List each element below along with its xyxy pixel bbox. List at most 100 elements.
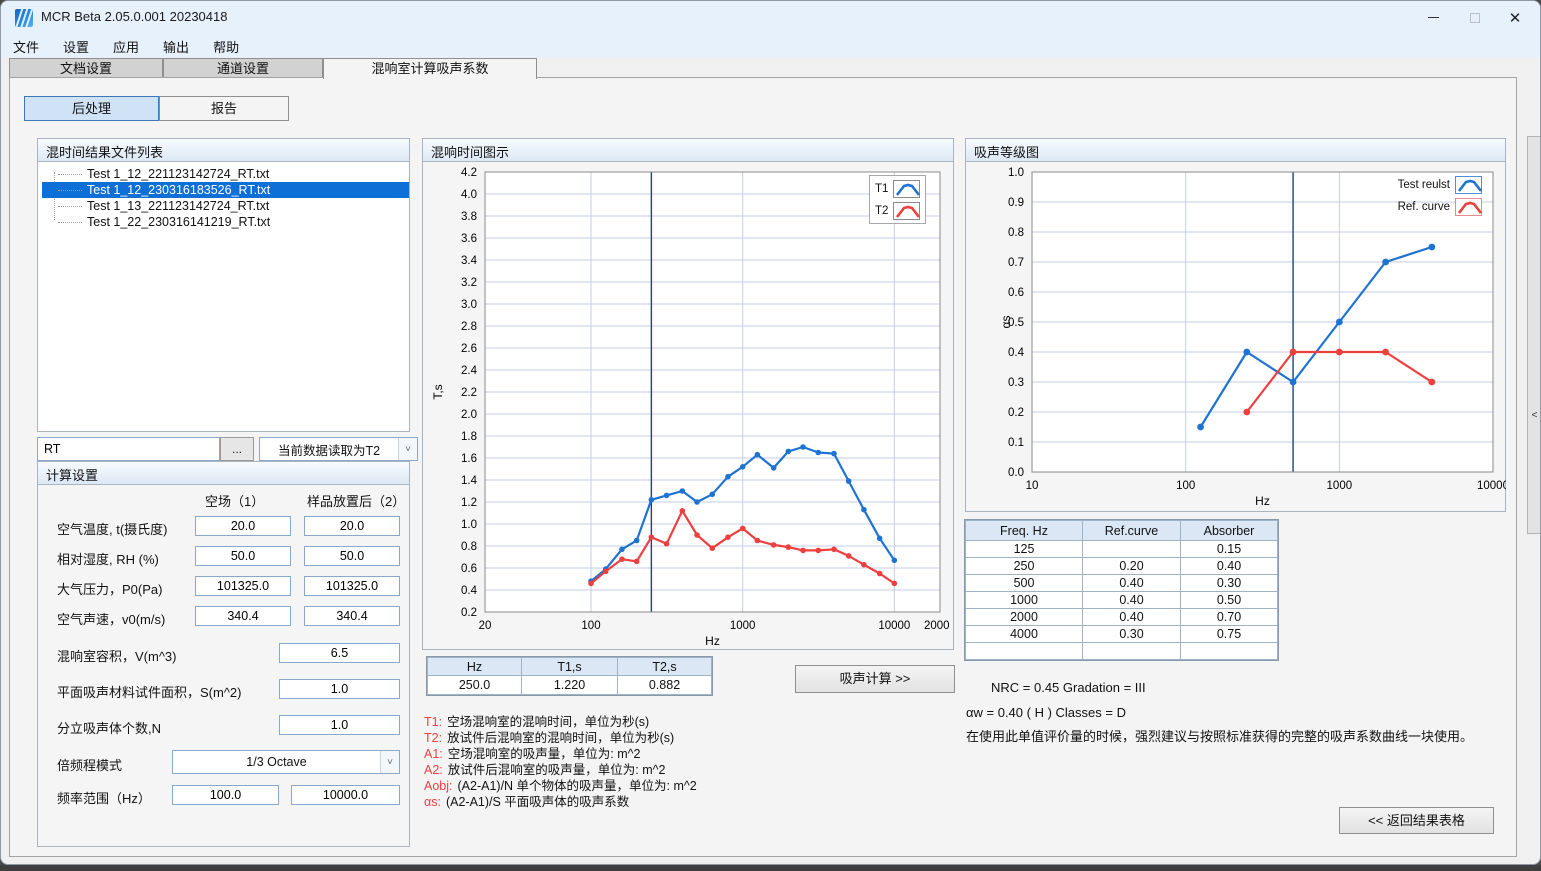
tab-document-settings[interactable]: 文档设置 bbox=[9, 58, 163, 78]
menu-bar: 文件 设置 应用 输出 帮助 bbox=[1, 34, 1540, 58]
menu-file[interactable]: 文件 bbox=[1, 34, 51, 59]
freq-max-input[interactable] bbox=[291, 785, 400, 805]
col-hz: Hz bbox=[428, 658, 522, 676]
humidity-input-2[interactable] bbox=[304, 546, 400, 566]
browse-button[interactable]: ... bbox=[220, 437, 254, 461]
air-temp-input-1[interactable] bbox=[195, 516, 291, 536]
svg-text:0.4: 0.4 bbox=[1008, 347, 1025, 359]
column-header-empty-room: 空场（1） bbox=[205, 491, 264, 510]
tab-reverb-absorption[interactable]: 混响室计算吸声系数 bbox=[323, 58, 537, 79]
list-item[interactable]: Test 1_13_221123142724_RT.txt bbox=[42, 198, 409, 214]
maximize-button[interactable] bbox=[1454, 1, 1496, 34]
freq-range-label: 频率范围（Hz） bbox=[57, 788, 151, 807]
legend-label-ref-curve: Ref. curve bbox=[1398, 201, 1450, 213]
data-read-combo[interactable]: 当前数据读取为T2 ˅ bbox=[259, 437, 418, 461]
sample-area-input[interactable] bbox=[279, 679, 400, 699]
svg-text:10: 10 bbox=[1026, 480, 1039, 492]
svg-text:Hz: Hz bbox=[1255, 494, 1270, 507]
collapsed-panel-splitter[interactable]: < bbox=[1527, 136, 1541, 534]
svg-text:100: 100 bbox=[1176, 480, 1195, 492]
svg-text:0.4: 0.4 bbox=[461, 585, 478, 597]
svg-text:4.0: 4.0 bbox=[461, 189, 477, 201]
legend-label-test-result: Test reulst bbox=[1398, 179, 1450, 191]
t2-curve-icon bbox=[893, 202, 920, 220]
table-row: 40000.300.75 bbox=[966, 626, 1278, 643]
list-item[interactable]: Test 1_12_221123142724_RT.txt bbox=[42, 166, 409, 182]
pressure-input-1[interactable] bbox=[195, 576, 291, 596]
svg-text:1000: 1000 bbox=[730, 620, 756, 632]
air-temp-input-2[interactable] bbox=[304, 516, 400, 536]
octave-mode-combo[interactable]: 1/3 Octave ˅ bbox=[172, 750, 400, 774]
svg-text:0.2: 0.2 bbox=[461, 607, 477, 619]
svg-text:2.6: 2.6 bbox=[461, 343, 477, 355]
svg-text:1.0: 1.0 bbox=[1008, 167, 1024, 179]
col-absorber: Absorber bbox=[1181, 521, 1278, 541]
svg-text:3.0: 3.0 bbox=[461, 299, 477, 311]
svg-text:T,s: T,s bbox=[431, 384, 445, 399]
svg-text:1.2: 1.2 bbox=[461, 497, 477, 509]
list-item-selected[interactable]: Test 1_12_230316183526_RT.txt bbox=[42, 182, 409, 198]
cell-t1: 1.220 bbox=[522, 676, 618, 695]
svg-text:2.8: 2.8 bbox=[461, 321, 477, 333]
rating-chart-title: 吸声等级图 bbox=[966, 139, 1505, 162]
subtab-report[interactable]: 报告 bbox=[159, 96, 289, 121]
svg-text:3.4: 3.4 bbox=[461, 255, 478, 267]
file-list-panel: 混时间结果文件列表 Test 1_12_221123142724_RT.txt … bbox=[37, 138, 410, 432]
table-row: 1250.15 bbox=[966, 541, 1278, 558]
freq-min-input[interactable] bbox=[172, 785, 279, 805]
table-row: 250.0 1.220 0.882 bbox=[428, 676, 712, 695]
table-row: 10000.400.50 bbox=[966, 592, 1278, 609]
absorber-count-input[interactable] bbox=[279, 715, 400, 735]
rt-chart-legend: T1 T2 bbox=[869, 175, 926, 224]
svg-text:10000: 10000 bbox=[1477, 480, 1506, 492]
table-row: 5000.400.30 bbox=[966, 575, 1278, 592]
rt-name-input[interactable] bbox=[37, 437, 220, 461]
sound-speed-input-1[interactable] bbox=[195, 606, 291, 626]
app-logo-icon bbox=[15, 9, 33, 27]
column-header-with-sample: 样品放置后（2） bbox=[307, 491, 405, 510]
menu-output[interactable]: 输出 bbox=[151, 34, 201, 59]
svg-text:0.6: 0.6 bbox=[1008, 287, 1024, 299]
data-read-combo-value: 当前数据读取为T2 bbox=[260, 440, 398, 459]
close-button[interactable]: ✕ bbox=[1494, 1, 1536, 34]
svg-text:0.2: 0.2 bbox=[1008, 407, 1024, 419]
svg-text:1.4: 1.4 bbox=[461, 475, 478, 487]
test-result-curve-icon bbox=[1455, 176, 1482, 194]
humidity-input-1[interactable] bbox=[195, 546, 291, 566]
sound-speed-input-2[interactable] bbox=[304, 606, 400, 626]
pressure-label: 大气压力，P0(Pa) bbox=[57, 579, 162, 598]
table-row-empty bbox=[966, 643, 1278, 660]
cell-hz: 250.0 bbox=[428, 676, 522, 695]
menu-application[interactable]: 应用 bbox=[101, 34, 151, 59]
svg-text:1000: 1000 bbox=[1327, 480, 1353, 492]
absorption-calc-button[interactable]: 吸声计算 >> bbox=[795, 665, 955, 693]
svg-text:0.0: 0.0 bbox=[1008, 467, 1024, 479]
room-volume-input[interactable] bbox=[279, 643, 400, 663]
subtab-postprocess[interactable]: 后处理 bbox=[24, 96, 159, 121]
table-row: 2500.200.40 bbox=[966, 558, 1278, 575]
tab-channel-settings[interactable]: 通道设置 bbox=[163, 58, 323, 78]
list-item[interactable]: Test 1_22_230316141219_RT.txt bbox=[42, 214, 409, 230]
chevron-left-icon: < bbox=[1532, 410, 1538, 421]
rating-chart-legend: Test reulst Ref. curve bbox=[1320, 175, 1482, 216]
legend-label-t1: T1 bbox=[875, 183, 888, 195]
title-bar: MCR Beta 2.05.0.001 20230418 ✕ bbox=[1, 1, 1540, 34]
menu-settings[interactable]: 设置 bbox=[51, 34, 101, 59]
svg-text:0.1: 0.1 bbox=[1008, 437, 1024, 449]
menu-help[interactable]: 帮助 bbox=[201, 34, 251, 59]
col-t2: T2,s bbox=[618, 658, 712, 676]
svg-text:3.6: 3.6 bbox=[461, 233, 477, 245]
back-to-results-button[interactable]: << 返回结果表格 bbox=[1339, 807, 1494, 834]
svg-text:0.6: 0.6 bbox=[461, 563, 477, 575]
minimize-button[interactable] bbox=[1412, 1, 1454, 34]
ref-curve-icon bbox=[1455, 198, 1482, 216]
svg-text:1.6: 1.6 bbox=[461, 453, 477, 465]
svg-text:2.2: 2.2 bbox=[461, 387, 477, 399]
alphaw-result-text: αw = 0.40 ( H ) Classes = D bbox=[966, 705, 1126, 720]
svg-text:1.0: 1.0 bbox=[461, 519, 477, 531]
chevron-down-icon: ˅ bbox=[398, 438, 417, 460]
svg-text:100: 100 bbox=[581, 620, 600, 632]
file-list[interactable]: Test 1_12_221123142724_RT.txt Test 1_12_… bbox=[38, 162, 409, 431]
svg-text:20: 20 bbox=[479, 620, 492, 632]
pressure-input-2[interactable] bbox=[304, 576, 400, 596]
